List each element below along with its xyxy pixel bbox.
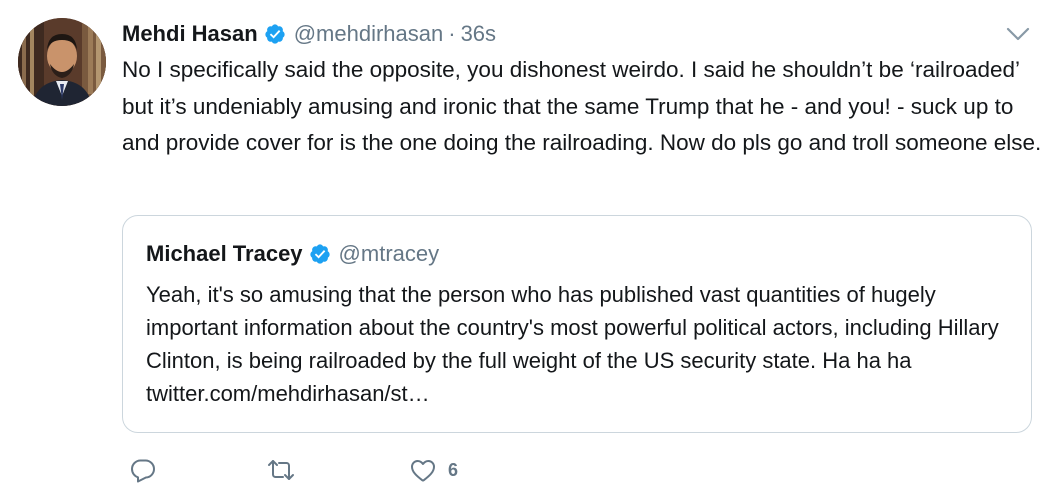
- retweet-button[interactable]: [266, 455, 296, 485]
- tweet-text: No I specifically said the opposite, you…: [122, 57, 1042, 155]
- tweet-header: Mehdi Hasan @mehdirhasan · 36s: [122, 18, 496, 50]
- tweet-timestamp[interactable]: 36s: [461, 21, 496, 47]
- like-button[interactable]: 6: [408, 455, 458, 485]
- tweet: Mehdi Hasan @mehdirhasan · 36s No I spec…: [0, 0, 1054, 498]
- verified-badge-icon: [309, 243, 331, 265]
- like-count: 6: [448, 459, 459, 480]
- quoted-tweet-card[interactable]: Michael Tracey @mtracey Yeah, it's so am…: [122, 215, 1032, 433]
- reply-icon: [128, 455, 158, 485]
- tweet-actions: 6: [122, 450, 458, 490]
- author-handle[interactable]: @mehdirhasan: [294, 21, 444, 47]
- quoted-author-name: Michael Tracey: [146, 241, 303, 266]
- author-avatar[interactable]: [18, 18, 106, 106]
- header-separator: ·: [448, 21, 456, 46]
- verified-badge-icon: [264, 23, 286, 45]
- more-options-chevron-down-icon[interactable]: [1004, 22, 1032, 46]
- reply-button[interactable]: [128, 455, 158, 485]
- quoted-author-handle: @mtracey: [338, 241, 440, 266]
- quoted-tweet-header: Michael Tracey @mtracey: [146, 238, 439, 270]
- author-name[interactable]: Mehdi Hasan: [122, 21, 258, 47]
- heart-icon: [408, 455, 438, 485]
- quoted-tweet-text: Yeah, it's so amusing that the person wh…: [146, 282, 999, 406]
- retweet-icon: [266, 455, 296, 485]
